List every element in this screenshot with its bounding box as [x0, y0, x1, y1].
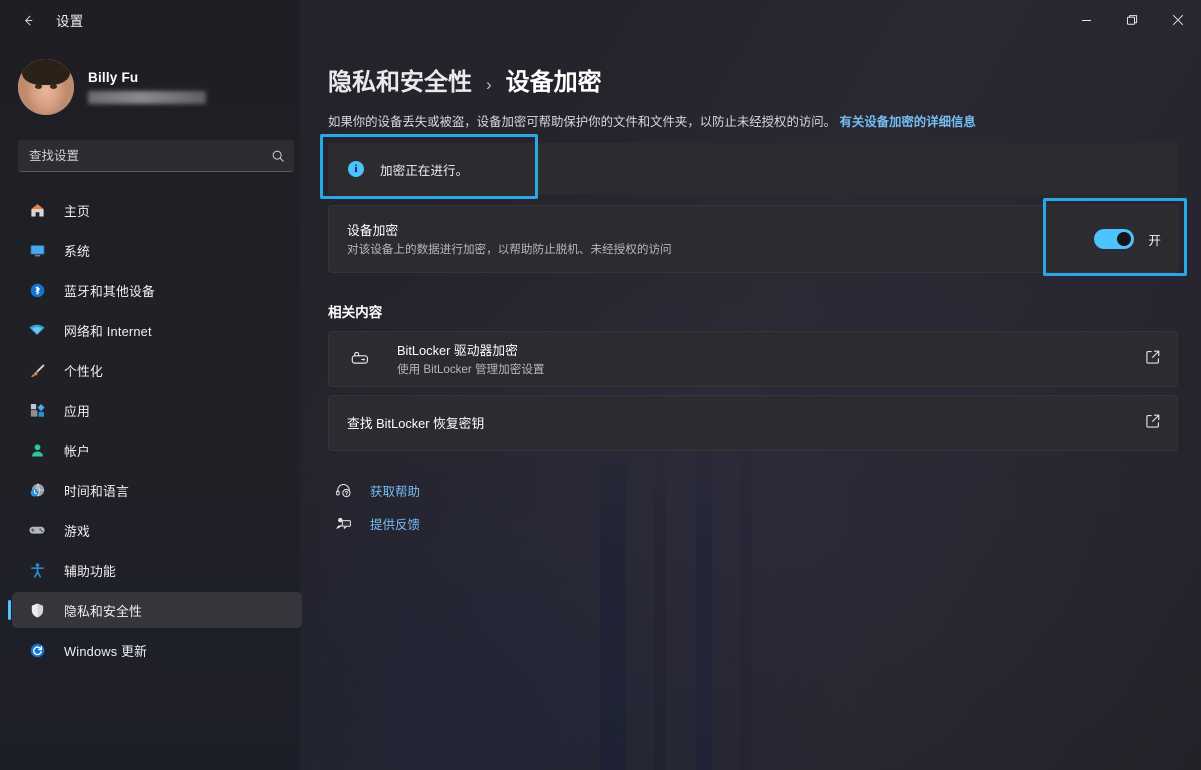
apps-icon — [26, 400, 48, 420]
system-monitor-icon — [26, 240, 48, 260]
account-person-icon — [26, 440, 48, 460]
bitlocker-subtitle: 使用 BitLocker 管理加密设置 — [397, 362, 1145, 377]
help-headset-icon — [332, 482, 354, 499]
bluetooth-icon — [26, 280, 48, 300]
device-encryption-subtitle: 对该设备上的数据进行加密，以帮助防止脱机、未经授权的访问 — [347, 242, 1094, 257]
sidebar-item-accessibility[interactable]: 辅助功能 — [12, 552, 302, 588]
maximize-icon — [1126, 14, 1138, 26]
external-link-icon — [1145, 413, 1161, 434]
gamepad-icon — [26, 520, 48, 540]
close-icon — [1172, 14, 1184, 26]
sidebar: Billy Fu 主页 — [0, 40, 310, 770]
feedback-icon — [332, 515, 354, 532]
sidebar-item-label: 游戏 — [64, 521, 90, 540]
sidebar-item-label: 应用 — [64, 401, 90, 420]
close-button[interactable] — [1155, 0, 1201, 40]
recovery-key-text: 查找 BitLocker 恢复密钥 — [347, 415, 1145, 432]
bitlocker-drive-encryption-row[interactable]: BitLocker 驱动器加密 使用 BitLocker 管理加密设置 — [328, 331, 1178, 387]
main-content: 隐私和安全性 › 设备加密 如果你的设备丢失或被盗，设备加密可帮助保护你的文件和… — [310, 40, 1201, 770]
sidebar-item-label: 帐户 — [64, 441, 90, 460]
breadcrumb-root[interactable]: 隐私和安全性 — [328, 62, 472, 97]
bitlocker-title: BitLocker 驱动器加密 — [397, 342, 1145, 359]
user-profile[interactable]: Billy Fu — [18, 54, 310, 120]
bitlocker-drive-icon — [347, 349, 375, 369]
back-button[interactable] — [10, 6, 46, 34]
sidebar-item-label: 辅助功能 — [64, 561, 116, 580]
device-encryption-control: 开 — [1094, 229, 1161, 249]
sidebar-item-label: 系统 — [64, 241, 90, 260]
give-feedback-link[interactable]: 提供反馈 — [332, 508, 420, 538]
home-icon — [26, 200, 48, 220]
learn-more-link[interactable]: 有关设备加密的详细信息 — [839, 115, 975, 129]
footer-links: 获取帮助 提供反馈 — [332, 475, 1183, 538]
recovery-key-action[interactable] — [1145, 413, 1161, 434]
page-title: 设备加密 — [506, 62, 602, 97]
clock-globe-icon — [26, 480, 48, 500]
external-link-icon — [1145, 349, 1161, 370]
sidebar-item-accounts[interactable]: 帐户 — [12, 432, 302, 468]
accessibility-icon — [26, 560, 48, 580]
wifi-icon — [26, 320, 48, 340]
sidebar-item-label: 网络和 Internet — [64, 321, 152, 340]
give-feedback-label: 提供反馈 — [370, 514, 420, 533]
search-input[interactable] — [18, 140, 294, 172]
device-encryption-text: 设备加密 对该设备上的数据进行加密，以帮助防止脱机、未经授权的访问 — [347, 222, 1094, 257]
bitlocker-text: BitLocker 驱动器加密 使用 BitLocker 管理加密设置 — [397, 342, 1145, 377]
arrow-left-icon — [21, 13, 36, 28]
sidebar-item-system[interactable]: 系统 — [12, 232, 302, 268]
device-encryption-toggle-group[interactable]: 开 — [1094, 229, 1161, 249]
avatar — [18, 59, 74, 115]
minimize-button[interactable] — [1063, 0, 1109, 40]
related-content-heading: 相关内容 — [328, 301, 1183, 321]
sidebar-item-bluetooth[interactable]: 蓝牙和其他设备 — [12, 272, 302, 308]
sidebar-item-windows-update[interactable]: Windows 更新 — [12, 632, 302, 668]
toggle-state-label: 开 — [1148, 230, 1161, 249]
app-title: 设置 — [56, 10, 84, 30]
description-text: 如果你的设备丢失或被盗，设备加密可帮助保护你的文件和文件夹，以防止未经授权的访问… — [328, 115, 836, 129]
sidebar-item-home[interactable]: 主页 — [12, 192, 302, 228]
sidebar-item-label: 蓝牙和其他设备 — [64, 281, 155, 300]
device-encryption-toggle[interactable] — [1094, 229, 1134, 249]
breadcrumb: 隐私和安全性 › 设备加密 — [328, 62, 1183, 97]
encryption-status-text: 加密正在进行。 — [380, 160, 468, 179]
breadcrumb-separator-icon: › — [486, 75, 492, 95]
sidebar-item-label: Windows 更新 — [64, 641, 147, 660]
navigation-list: 主页 系统 — [0, 192, 310, 668]
sidebar-item-label: 隐私和安全性 — [64, 601, 142, 620]
encryption-status-banner: i 加密正在进行。 — [328, 143, 1178, 195]
maximize-button[interactable] — [1109, 0, 1155, 40]
sidebar-item-network[interactable]: 网络和 Internet — [12, 312, 302, 348]
sidebar-item-label: 个性化 — [64, 361, 103, 380]
info-icon: i — [348, 161, 364, 177]
update-refresh-icon — [26, 640, 48, 660]
caption-buttons — [1063, 0, 1201, 40]
sidebar-item-label: 时间和语言 — [64, 481, 129, 500]
sidebar-item-personalization[interactable]: 个性化 — [12, 352, 302, 388]
sidebar-item-apps[interactable]: 应用 — [12, 392, 302, 428]
get-help-link[interactable]: 获取帮助 — [332, 475, 420, 505]
device-encryption-card: 设备加密 对该设备上的数据进行加密，以帮助防止脱机、未经授权的访问 开 — [328, 205, 1178, 273]
bitlocker-action[interactable] — [1145, 349, 1161, 370]
minimize-icon — [1081, 15, 1092, 26]
shield-icon — [26, 600, 48, 620]
sidebar-item-label: 主页 — [64, 201, 90, 220]
profile-text: Billy Fu — [88, 70, 206, 104]
sidebar-item-time-language[interactable]: 时间和语言 — [12, 472, 302, 508]
page-description: 如果你的设备丢失或被盗，设备加密可帮助保护你的文件和文件夹，以防止未经授权的访问… — [328, 114, 1183, 131]
title-bar: 设置 — [0, 0, 1201, 40]
sidebar-item-privacy-security[interactable]: 隐私和安全性 — [12, 592, 302, 628]
toggle-knob — [1117, 232, 1131, 246]
device-encryption-title: 设备加密 — [347, 222, 1094, 239]
recovery-key-title: 查找 BitLocker 恢复密钥 — [347, 415, 1145, 432]
find-bitlocker-recovery-key-row[interactable]: 查找 BitLocker 恢复密钥 — [328, 395, 1178, 451]
profile-email-redacted — [88, 91, 206, 104]
settings-window: 设置 — [0, 0, 1201, 770]
get-help-label: 获取帮助 — [370, 481, 420, 500]
profile-name: Billy Fu — [88, 70, 206, 85]
sidebar-item-gaming[interactable]: 游戏 — [12, 512, 302, 548]
search-box[interactable] — [18, 140, 294, 172]
paintbrush-icon — [26, 360, 48, 380]
